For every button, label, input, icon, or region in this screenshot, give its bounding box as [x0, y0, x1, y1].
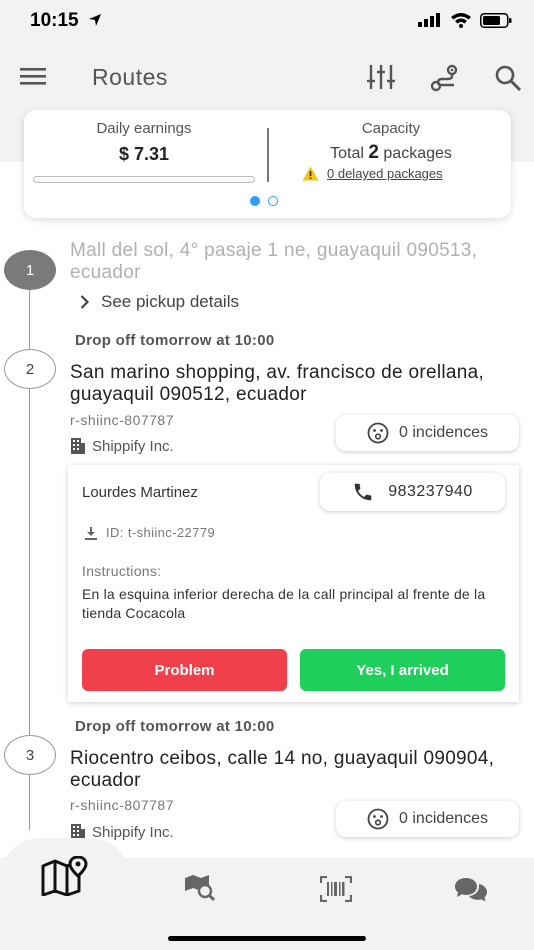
building-icon	[71, 438, 85, 454]
see-pickup-details-label: See pickup details	[101, 292, 239, 311]
stop-number-3: 3	[4, 735, 56, 775]
incidences-label: 0 incidences	[399, 424, 488, 441]
status-bar: 10:15	[0, 0, 534, 44]
surprised-face-icon	[367, 808, 389, 830]
status-time: 10:15	[30, 10, 79, 31]
wifi-icon	[451, 13, 471, 28]
route-icon[interactable]	[430, 64, 460, 92]
page-title: Routes	[92, 64, 168, 90]
problem-button[interactable]: Problem	[82, 649, 287, 691]
chat-icon[interactable]	[454, 876, 488, 904]
earnings-progress-bar	[33, 176, 255, 183]
home-indicator	[168, 936, 366, 941]
company-name: Shippify Inc.	[92, 823, 174, 841]
page-indicator	[250, 196, 278, 206]
page-dot-inactive[interactable]	[268, 196, 278, 206]
package-id: ID: t-shiinc-22779	[106, 525, 216, 540]
company-name: Shippify Inc.	[92, 437, 174, 455]
capacity-prefix: Total	[330, 145, 364, 162]
menu-icon[interactable]	[20, 67, 46, 85]
capacity-label: Capacity	[361, 120, 421, 137]
stop-address: Riocentro ceibos, calle 14 no, guayaquil…	[70, 748, 495, 791]
contact-name: Lourdes Martinez	[82, 484, 198, 501]
app-bar: Routes	[0, 44, 534, 114]
download-icon	[85, 526, 97, 540]
filter-icon[interactable]	[366, 64, 396, 90]
barcode-icon[interactable]	[320, 876, 352, 902]
incidences-button[interactable]: 0 incidences	[336, 415, 519, 451]
capacity-count: 2	[368, 142, 379, 163]
delayed-packages-link[interactable]: 0 delayed packages	[327, 166, 443, 181]
page-dot-active[interactable]	[250, 196, 260, 206]
pickup-address: Mall del sol, 4° pasaje 1 ne, guayaquil …	[70, 240, 478, 283]
incidences-button[interactable]: 0 incidences	[336, 801, 519, 837]
card-divider	[267, 128, 269, 182]
instructions-text: En la esquina inferior derecha de la cal…	[82, 586, 486, 621]
see-pickup-details-button[interactable]: See pickup details	[80, 292, 239, 312]
route-reference: r-shiinc-807787	[70, 412, 174, 428]
location-arrow-icon	[89, 14, 101, 26]
drop-off-title: Drop off tomorrow at 10:00	[75, 718, 275, 735]
summary-card[interactable]: Daily earnings $ 7.31 Capacity Total 2 p…	[24, 110, 511, 218]
drop-off-title: Drop off tomorrow at 10:00	[75, 332, 275, 349]
arrived-button[interactable]: Yes, I arrived	[300, 649, 505, 691]
earnings-label: Daily earnings	[96, 120, 192, 137]
company-row: Shippify Inc.	[70, 437, 174, 455]
map-search-icon[interactable]	[184, 874, 216, 902]
capacity-suffix: packages	[383, 145, 452, 162]
map-icon[interactable]	[40, 856, 90, 896]
phone-icon	[354, 483, 372, 501]
warning-icon	[302, 166, 319, 181]
call-button[interactable]: 983237940	[320, 473, 505, 511]
phone-number: 983237940	[388, 483, 473, 500]
incidences-label: 0 incidences	[399, 810, 488, 827]
battery-icon	[480, 12, 512, 28]
capacity-total: Total 2 packages	[276, 142, 506, 164]
route-reference: r-shiinc-807787	[70, 797, 174, 813]
status-icons	[418, 12, 512, 28]
search-icon[interactable]	[494, 64, 522, 92]
delayed-packages-row[interactable]: 0 delayed packages	[302, 166, 443, 181]
stop-number-1: 1	[4, 250, 56, 290]
package-id-row: ID: t-shiinc-22779	[84, 525, 215, 540]
stop-address: San marino shopping, av. francisco de or…	[70, 362, 485, 405]
surprised-face-icon	[367, 422, 389, 444]
earnings-value: $ 7.31	[118, 144, 170, 164]
instructions-label: Instructions:	[82, 563, 162, 579]
stop-number-2: 2	[4, 349, 56, 389]
delivery-detail-card: Lourdes Martinez 983237940 ID: t-shiinc-…	[68, 465, 519, 702]
signal-icon	[418, 13, 440, 27]
chevron-right-icon	[80, 295, 89, 309]
